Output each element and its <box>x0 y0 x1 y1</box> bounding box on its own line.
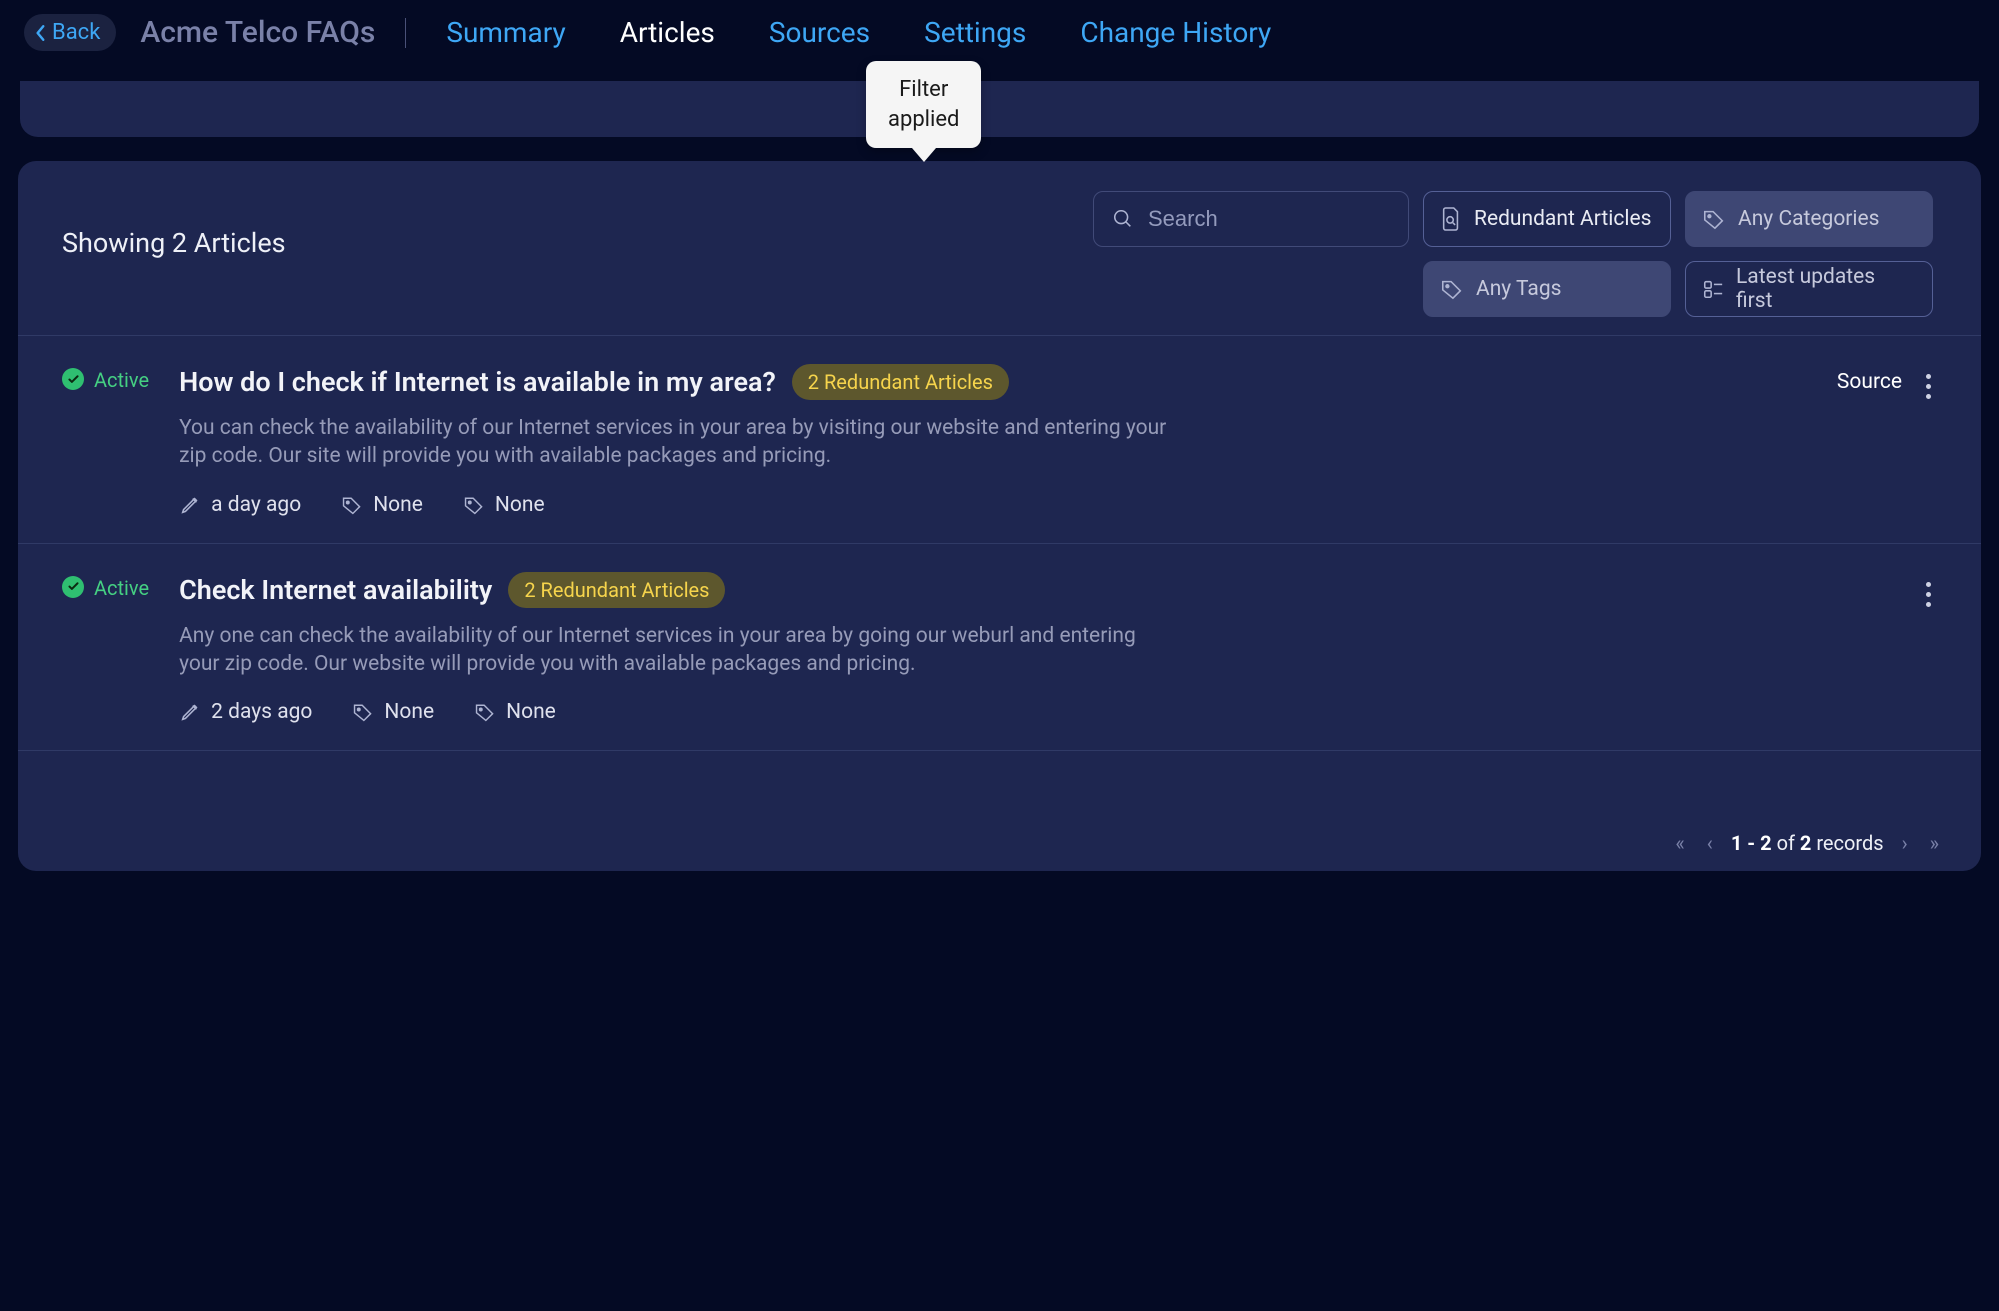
status-label: Active <box>94 368 149 392</box>
of-word: of <box>1777 831 1795 855</box>
status: Active <box>62 364 149 517</box>
page-prev-button[interactable]: ‹ <box>1703 829 1717 857</box>
edited-meta: 2 days ago <box>179 700 312 724</box>
tag-icon <box>352 702 374 722</box>
filter-sort-latest[interactable]: Latest updates first <box>1685 261 1933 317</box>
range-value: 1 - 2 <box>1731 831 1772 855</box>
tag-value: None <box>495 493 545 517</box>
pencil-icon <box>179 494 201 516</box>
article-title[interactable]: How do I check if Internet is available … <box>179 366 776 398</box>
article-row: Active How do I check if Internet is ava… <box>18 336 1981 544</box>
search-input[interactable] <box>1148 206 1390 232</box>
more-menu-button[interactable] <box>1922 370 1935 403</box>
tag-icon <box>1440 278 1464 300</box>
redundant-badge[interactable]: 2 Redundant Articles <box>508 572 725 608</box>
more-menu-button[interactable] <box>1922 578 1935 611</box>
top-header: Back Acme Telco FAQs Summary Articles So… <box>0 0 1999 81</box>
category-value: None <box>384 700 434 724</box>
pagination: « ‹ 1 - 2 of 2 records › » <box>18 821 1981 871</box>
edited-meta: a day ago <box>179 493 301 517</box>
filter-any-tags[interactable]: Any Tags <box>1423 261 1671 317</box>
category-value: None <box>373 493 423 517</box>
page-title: Acme Telco FAQs <box>140 15 375 50</box>
check-circle-icon <box>62 576 84 598</box>
tooltip-line: Filter <box>888 75 959 105</box>
article-body: Check Internet availability 2 Redundant … <box>179 572 1892 725</box>
page-next-button[interactable]: › <box>1898 829 1912 857</box>
pencil-icon <box>179 701 201 723</box>
back-button[interactable]: Back <box>24 14 116 51</box>
article-meta: 2 days ago None None <box>179 700 1892 724</box>
tag-meta: None <box>474 700 556 724</box>
tag-icon <box>463 495 485 515</box>
chevron-left-icon <box>34 24 48 42</box>
source-link[interactable]: Source <box>1837 370 1902 394</box>
category-meta: None <box>352 700 434 724</box>
filter-label: Redundant Articles <box>1474 207 1651 231</box>
tag-icon <box>474 702 496 722</box>
page-last-button[interactable]: » <box>1926 829 1943 857</box>
tab-summary[interactable]: Summary <box>446 16 565 49</box>
document-search-icon <box>1440 206 1462 232</box>
page-range: 1 - 2 of 2 records <box>1731 831 1884 855</box>
tab-articles[interactable]: Articles <box>620 16 715 49</box>
article-description: You can check the availability of our In… <box>179 414 1179 471</box>
showing-count: Showing 2 Articles <box>62 227 286 259</box>
article-actions: Source <box>1837 364 1935 517</box>
tag-meta: None <box>463 493 545 517</box>
filter-redundant-articles[interactable]: Redundant Articles <box>1423 191 1671 247</box>
edited-value: a day ago <box>211 493 301 517</box>
tab-change-history[interactable]: Change History <box>1080 16 1271 49</box>
back-label: Back <box>52 20 100 45</box>
divider <box>405 18 406 48</box>
sort-icon <box>1702 278 1724 300</box>
tag-value: None <box>506 700 556 724</box>
redundant-badge[interactable]: 2 Redundant Articles <box>792 364 1009 400</box>
filter-any-categories[interactable]: Any Categories <box>1685 191 1933 247</box>
filter-label: Any Tags <box>1476 277 1561 301</box>
records-word: records <box>1816 831 1883 855</box>
page-first-button[interactable]: « <box>1671 829 1688 857</box>
search-box[interactable] <box>1093 191 1409 247</box>
status-label: Active <box>94 576 149 600</box>
tag-icon <box>1702 208 1726 230</box>
articles-card: Filter applied Showing 2 Articles Redund… <box>18 161 1981 871</box>
filter-label: Latest updates first <box>1736 265 1916 313</box>
status: Active <box>62 572 149 725</box>
category-meta: None <box>341 493 423 517</box>
edited-value: 2 days ago <box>211 700 312 724</box>
nav-tabs: Summary Articles Sources Settings Change… <box>446 16 1271 49</box>
toolbar: Showing 2 Articles Redundant Articles An… <box>18 161 1981 335</box>
filter-group: Redundant Articles Any Categories Any Ta… <box>1093 191 1933 317</box>
article-row: Active Check Internet availability 2 Red… <box>18 544 1981 752</box>
tooltip-line: applied <box>888 105 959 135</box>
article-list: Active How do I check if Internet is ava… <box>18 335 1981 821</box>
article-title[interactable]: Check Internet availability <box>179 574 492 606</box>
tab-settings[interactable]: Settings <box>924 16 1026 49</box>
check-circle-icon <box>62 368 84 390</box>
previous-card-edge <box>20 81 1979 137</box>
filter-label: Any Categories <box>1738 207 1880 231</box>
search-icon <box>1112 208 1134 230</box>
article-meta: a day ago None None <box>179 493 1807 517</box>
article-description: Any one can check the availability of ou… <box>179 622 1179 679</box>
filter-applied-tooltip: Filter applied <box>866 61 981 148</box>
tab-sources[interactable]: Sources <box>769 16 870 49</box>
article-actions <box>1922 572 1935 725</box>
total-value: 2 <box>1800 831 1811 855</box>
tag-icon <box>341 495 363 515</box>
article-body: How do I check if Internet is available … <box>179 364 1807 517</box>
